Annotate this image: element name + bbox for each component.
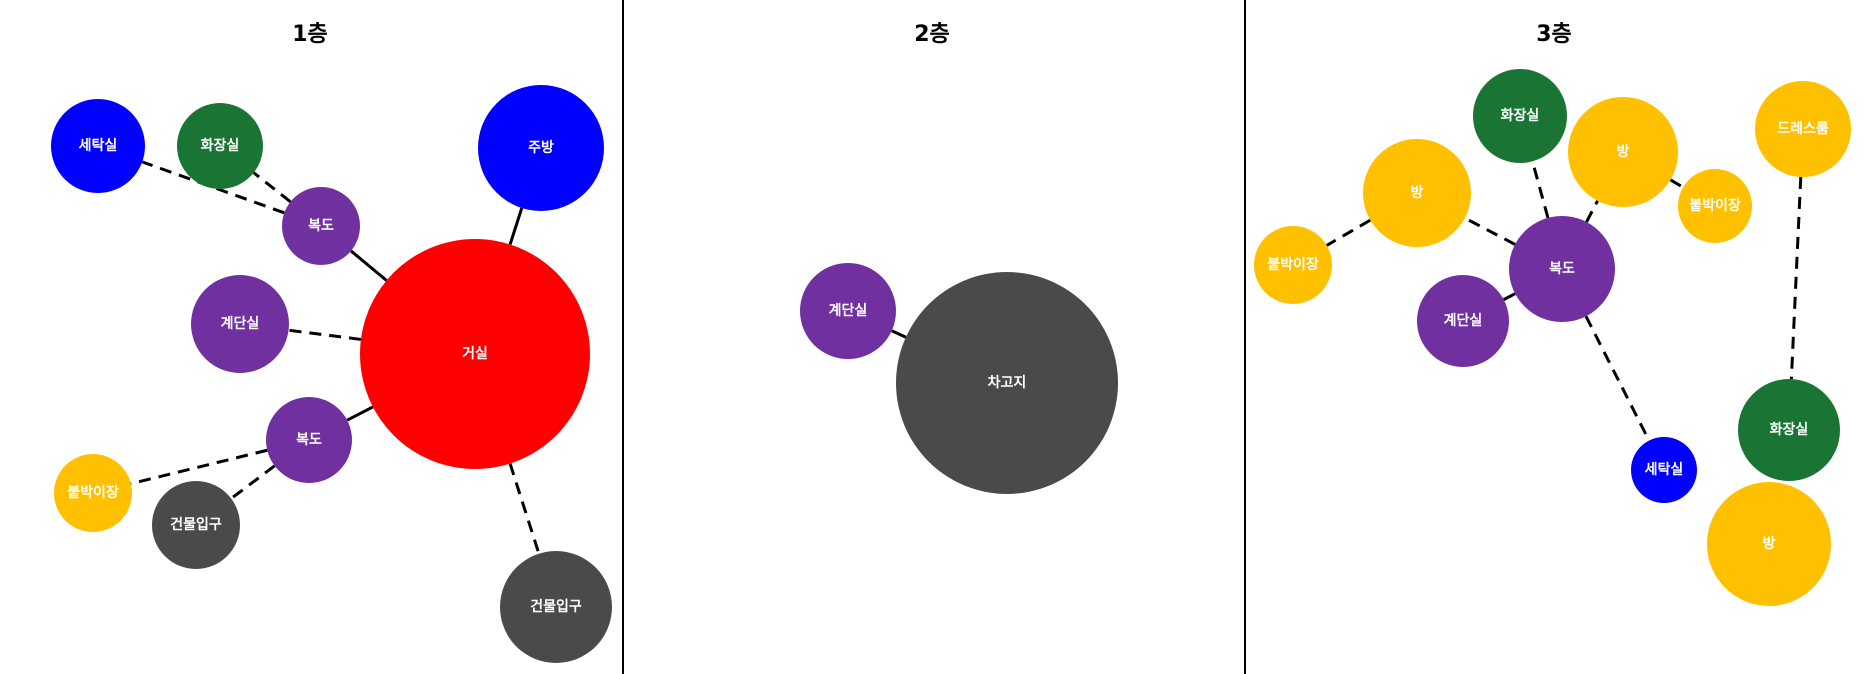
room-label-f3-bathroom-b: 화장실 bbox=[1770, 421, 1809, 438]
room-node-f3-bathroom-a: 화장실 bbox=[1473, 69, 1567, 163]
room-label-f1-kitchen: 주방 bbox=[528, 139, 554, 156]
edge-dashed-f3-hall-f3-bathroom-a bbox=[1530, 160, 1550, 219]
room-node-f1-closet: 붙박이장 bbox=[54, 454, 132, 532]
room-node-f3-bathroom-b: 화장실 bbox=[1738, 379, 1840, 481]
edge-solid-f1-living-f1-kitchen bbox=[508, 207, 524, 245]
room-label-f2-garage: 차고지 bbox=[988, 375, 1027, 391]
edge-dashed-f1-hall-b-f1-closet bbox=[130, 448, 268, 486]
room-label-f1-stairs: 계단실 bbox=[221, 315, 260, 332]
edge-dashed-f3-dressroom-f3-bathroom-b bbox=[1789, 176, 1803, 380]
edge-solid-f1-living-f1-hall-b bbox=[346, 405, 374, 422]
room-label-f1-entrance-b: 건물입구 bbox=[530, 598, 582, 615]
edge-dashed-f1-living-f1-stairs bbox=[288, 328, 362, 341]
room-label-f1-hall-a: 복도 bbox=[308, 218, 334, 234]
edge-dashed-f3-hall-f3-laundry bbox=[1584, 315, 1651, 442]
room-node-f3-room-a: 방 bbox=[1363, 139, 1471, 247]
room-node-f1-living: 거실 bbox=[360, 239, 590, 469]
room-node-f3-laundry: 세탁실 bbox=[1631, 437, 1697, 503]
room-node-f1-hall-b: 복도 bbox=[266, 397, 352, 483]
panel-title-floor-3: 3층 bbox=[1536, 22, 1572, 47]
room-node-f1-hall-a: 복도 bbox=[282, 187, 360, 265]
room-node-f1-entrance-b: 건물입구 bbox=[500, 551, 612, 663]
room-node-f1-stairs: 계단실 bbox=[191, 275, 289, 373]
room-node-f3-hall: 복도 bbox=[1509, 216, 1615, 322]
room-label-f2-stairs: 계단실 bbox=[829, 302, 868, 319]
edge-solid-f2-stairs-f2-garage bbox=[891, 329, 907, 339]
room-node-f3-dressroom: 드레스룸 bbox=[1755, 81, 1851, 177]
room-label-f3-room-c: 방 bbox=[1763, 535, 1776, 552]
room-label-f1-hall-b: 복도 bbox=[296, 432, 322, 448]
room-label-f3-closet-a: 붙박이장 bbox=[1267, 256, 1319, 273]
room-node-f3-closet-b: 붙박이장 bbox=[1678, 169, 1752, 243]
room-label-f1-bathroom: 화장실 bbox=[201, 137, 240, 154]
room-node-f1-bathroom: 화장실 bbox=[177, 103, 263, 189]
room-node-f3-stairs: 계단실 bbox=[1417, 275, 1509, 367]
edge-dashed-f1-hall-a-f1-bathroom bbox=[252, 171, 292, 203]
room-node-f1-laundry: 세탁실 bbox=[51, 99, 145, 193]
room-node-f3-room-b: 방 bbox=[1568, 97, 1678, 207]
edge-dashed-f1-hall-b-f1-entrance-a bbox=[230, 464, 276, 500]
room-node-f3-closet-a: 붙박이장 bbox=[1254, 226, 1332, 304]
room-label-f3-room-a: 방 bbox=[1411, 184, 1424, 201]
room-label-f3-bathroom-a: 화장실 bbox=[1501, 107, 1540, 124]
room-label-f1-laundry: 세탁실 bbox=[79, 137, 118, 154]
nodes-layer: 거실주방세탁실 화장실복도계단실복도붙박이장건물입구건물입구계단실차고지복도화장실… bbox=[51, 69, 1851, 663]
room-node-f1-kitchen: 주방 bbox=[478, 85, 604, 211]
room-node-f3-room-c: 방 bbox=[1707, 482, 1831, 606]
panel-title-floor-1: 1층 bbox=[292, 22, 328, 47]
room-label-f3-closet-b: 붙박이장 bbox=[1689, 197, 1741, 214]
edge-dashed-f3-room-b-f3-closet-b bbox=[1669, 178, 1684, 189]
room-label-f3-room-b: 방 bbox=[1617, 143, 1630, 160]
room-label-f3-hall: 복도 bbox=[1549, 261, 1575, 277]
room-label-f1-living: 거실 bbox=[462, 346, 488, 362]
room-node-f1-entrance-a: 건물입구 bbox=[152, 481, 240, 569]
room-label-f1-closet: 붙박이장 bbox=[67, 484, 119, 501]
panel-title-floor-2: 2층 bbox=[914, 22, 950, 47]
room-label-f3-stairs: 계단실 bbox=[1444, 312, 1483, 329]
room-label-f3-dressroom: 드레스룸 bbox=[1777, 121, 1829, 137]
room-label-f1-entrance-a: 건물입구 bbox=[170, 516, 222, 533]
edge-solid-f3-hall-f3-stairs bbox=[1503, 292, 1516, 301]
edge-dashed-f1-living-f1-entrance-b bbox=[508, 463, 541, 555]
room-node-f2-garage: 차고지 bbox=[896, 272, 1118, 494]
edge-dashed-f3-hall-f3-room-a bbox=[1464, 216, 1516, 246]
room-node-f2-stairs: 계단실 bbox=[800, 263, 896, 359]
room-label-f3-laundry: 세탁실 bbox=[1645, 461, 1684, 478]
edge-dashed-f3-hall-f3-room-b bbox=[1585, 200, 1599, 223]
floor-plan-bubble-diagram: 1층 2층 3층 거실주방세탁실 화장실복도계단실복도붙박이장건물입구건물입구계단… bbox=[51, 0, 1851, 674]
edge-solid-f1-living-f1-hall-a bbox=[350, 249, 388, 282]
edge-dashed-f3-room-a-f3-closet-a bbox=[1325, 218, 1372, 247]
